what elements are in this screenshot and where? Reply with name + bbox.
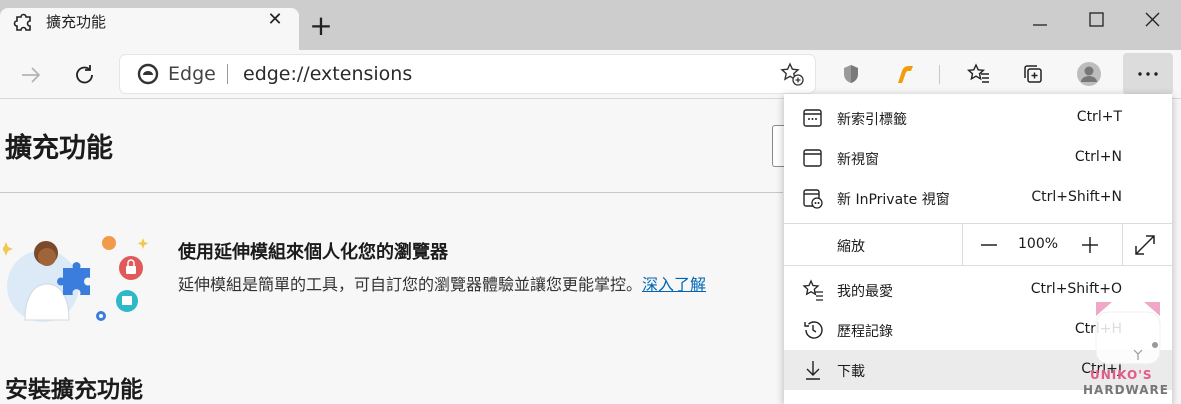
zoom-divider	[1122, 224, 1123, 265]
refresh-icon[interactable]	[72, 62, 98, 88]
menu-item-shortcut: Ctrl+Shift+O	[1030, 281, 1122, 297]
menu-item-shortcut: Ctrl+N	[1074, 149, 1122, 165]
menu-item-label: 我的最愛	[837, 284, 893, 300]
new-window-icon	[802, 147, 824, 169]
promo-title: 使用延伸模組來個人化您的瀏覽器	[178, 242, 448, 263]
address-bar[interactable]	[120, 55, 815, 93]
address-separator	[227, 64, 228, 84]
shield-icon[interactable]	[838, 61, 864, 87]
history-icon	[802, 319, 824, 341]
profile-avatar-icon[interactable]	[1076, 61, 1102, 87]
site-name: Edge	[168, 63, 216, 85]
menu-item-new-inprivate[interactable]: 新 InPrivate 視窗 Ctrl+Shift+N	[784, 178, 1172, 218]
menu-item-shortcut: Ctrl+T	[1076, 109, 1122, 125]
promo-desc-text: 延伸模組是簡單的工具，可自訂您的瀏覽器體驗並讓您更能掌控。	[178, 275, 643, 294]
edge-icon	[137, 63, 159, 85]
favorites-icon[interactable]	[966, 61, 992, 87]
forward-icon[interactable]	[18, 62, 44, 88]
menu-item-shortcut: Ctrl+Shift+N	[1031, 189, 1122, 205]
download-icon	[802, 359, 824, 381]
zoom-label: 縮放	[837, 239, 865, 255]
collections-icon[interactable]	[1020, 61, 1046, 87]
menu-item-label: 下載	[837, 364, 865, 380]
inprivate-icon	[802, 187, 824, 209]
promo-description: 延伸模組是簡單的工具，可自訂您的瀏覽器體驗並讓您更能掌控。深入了解	[178, 271, 706, 295]
learn-more-link[interactable]: 深入了解	[642, 275, 706, 294]
close-icon[interactable]	[1138, 7, 1168, 33]
menu-item-label: 新索引標籤	[837, 112, 907, 128]
toolbar-divider	[939, 65, 940, 84]
menu-item-label: 新視窗	[837, 152, 879, 168]
fullscreen-icon[interactable]	[1132, 232, 1158, 258]
tab-extensions[interactable]	[0, 8, 299, 50]
menu-item-label: 歷程記錄	[837, 324, 893, 340]
zoom-in-icon[interactable]	[1077, 232, 1103, 258]
puzzle-icon	[13, 10, 35, 32]
zoom-row: 縮放 100%	[784, 224, 1172, 265]
maximize-icon[interactable]	[1082, 7, 1112, 33]
watermark-logo	[1092, 298, 1164, 368]
url-text[interactable]: edge://extensions	[243, 63, 412, 85]
menu-divider	[784, 265, 1172, 266]
close-tab-icon[interactable]: ✕	[265, 10, 285, 30]
tab-title: 擴充功能	[46, 13, 107, 31]
menu-item-new-tab[interactable]: 新索引標籤 Ctrl+T	[784, 98, 1172, 138]
watermark-text: UNIKO'S	[1090, 368, 1153, 382]
settings-and-more-button[interactable]	[1123, 53, 1173, 95]
extension-logo-icon[interactable]	[892, 61, 918, 87]
menu-item-label: 新 InPrivate 視窗	[837, 192, 950, 208]
watermark-subtext: HARDWARE	[1083, 383, 1169, 397]
minimize-icon[interactable]	[1025, 7, 1055, 33]
favorites-icon	[802, 279, 824, 301]
extensions-illustration	[0, 228, 153, 328]
new-tab-button[interactable]: +	[308, 12, 334, 40]
new-tab-icon	[802, 107, 824, 129]
zoom-value: 100%	[1018, 236, 1059, 252]
page-divider	[0, 192, 783, 193]
add-favorite-icon[interactable]	[779, 61, 805, 87]
page-title: 擴充功能	[5, 133, 113, 164]
zoom-divider	[962, 224, 963, 265]
zoom-out-icon[interactable]	[976, 232, 1002, 258]
section-title: 安裝擴充功能	[5, 377, 143, 403]
menu-item-new-window[interactable]: 新視窗 Ctrl+N	[784, 138, 1172, 178]
